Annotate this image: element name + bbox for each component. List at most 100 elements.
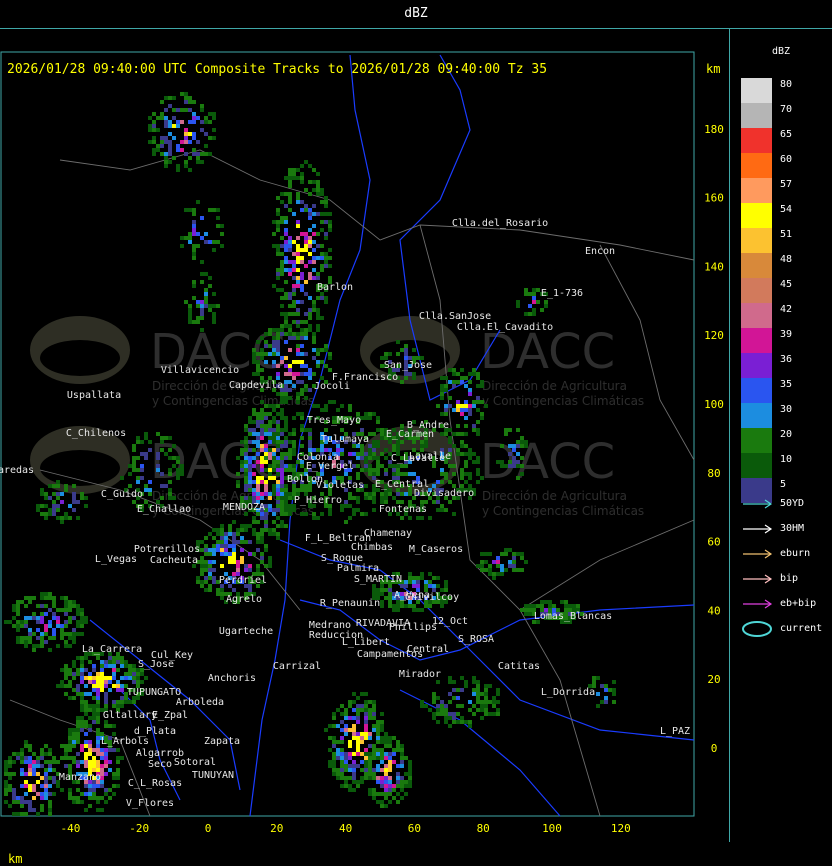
- y-tick-label: 0: [711, 742, 718, 755]
- echo-pixel: [248, 552, 252, 556]
- echo-pixel: [284, 444, 288, 448]
- echo-pixel: [352, 452, 356, 456]
- echo-pixel: [308, 440, 312, 444]
- echo-pixel: [216, 224, 220, 228]
- echo-pixel: [284, 280, 288, 284]
- echo-pixel: [104, 772, 108, 776]
- echo-pixel: [520, 444, 524, 448]
- echo-pixel: [120, 664, 124, 668]
- echo-pixel: [260, 516, 264, 520]
- echo-pixel: [40, 632, 44, 636]
- echo-pixel: [520, 556, 524, 560]
- echo-pixel: [280, 272, 284, 276]
- echo-pixel: [316, 308, 320, 312]
- echo-pixel: [288, 168, 292, 172]
- echo-pixel: [144, 432, 148, 436]
- echo-pixel: [532, 288, 536, 292]
- echo-pixel: [180, 464, 184, 468]
- echo-pixel: [244, 440, 248, 444]
- legend-value: 10: [780, 454, 793, 465]
- echo-pixel: [364, 748, 368, 752]
- echo-pixel: [284, 228, 288, 232]
- echo-pixel: [292, 360, 296, 364]
- echo-pixel: [336, 776, 340, 780]
- echo-pixel: [392, 444, 396, 448]
- echo-pixel: [308, 436, 312, 440]
- echo-pixel: [116, 760, 120, 764]
- echo-pixel: [248, 416, 252, 420]
- echo-pixel: [476, 396, 480, 400]
- echo-pixel: [348, 776, 352, 780]
- echo-pixel: [64, 752, 68, 756]
- echo-pixel: [436, 584, 440, 588]
- echo-pixel: [396, 444, 400, 448]
- echo-pixel: [212, 544, 216, 548]
- echo-pixel: [364, 496, 368, 500]
- echo-pixel: [348, 452, 352, 456]
- echo-pixel: [68, 608, 72, 612]
- echo-pixel: [272, 420, 276, 424]
- echo-pixel: [252, 360, 256, 364]
- echo-pixel: [212, 304, 216, 308]
- echo-pixel: [424, 584, 428, 588]
- echo-pixel: [392, 784, 396, 788]
- echo-pixel: [248, 588, 252, 592]
- echo-pixel: [372, 724, 376, 728]
- echo-pixel: [128, 672, 132, 676]
- echo-pixel: [52, 612, 56, 616]
- echo-pixel: [368, 744, 372, 748]
- echo-pixel: [412, 376, 416, 380]
- place-label: Catitas: [498, 661, 540, 672]
- echo-pixel: [40, 504, 44, 508]
- echo-pixel: [32, 772, 36, 776]
- radar-map[interactable]: DACC Dirección de Agricultura y Contingenc…: [0, 28, 729, 866]
- echo-pixel: [164, 160, 168, 164]
- echo-pixel: [96, 700, 100, 704]
- echo-pixel: [112, 704, 116, 708]
- echo-pixel: [16, 800, 20, 804]
- echo-pixel: [512, 448, 516, 452]
- place-label: Cacheuta: [150, 555, 198, 566]
- echo-pixel: [276, 228, 280, 232]
- echo-pixel: [364, 492, 368, 496]
- echo-pixel: [72, 664, 76, 668]
- echo-pixel: [56, 496, 60, 500]
- echo-pixel: [284, 384, 288, 388]
- echo-pixel: [380, 432, 384, 436]
- echo-pixel: [244, 488, 248, 492]
- echo-pixel: [316, 188, 320, 192]
- echo-pixel: [236, 568, 240, 572]
- echo-pixel: [256, 568, 260, 572]
- echo-pixel: [28, 748, 32, 752]
- echo-pixel: [464, 376, 468, 380]
- echo-pixel: [280, 468, 284, 472]
- echo-pixel: [184, 164, 188, 168]
- echo-pixel: [272, 344, 276, 348]
- echo-pixel: [456, 704, 460, 708]
- echo-pixel: [340, 508, 344, 512]
- map-canvas[interactable]: DACCDirección de Agriculturay Contingenc…: [0, 28, 729, 842]
- echo-pixel: [392, 752, 396, 756]
- echo-pixel: [212, 528, 216, 532]
- echo-pixel: [452, 408, 456, 412]
- echo-pixel: [260, 476, 264, 480]
- echo-pixel: [84, 720, 88, 724]
- echo-pixel: [72, 744, 76, 748]
- echo-pixel: [256, 480, 260, 484]
- echo-pixel: [76, 760, 80, 764]
- echo-pixel: [408, 580, 412, 584]
- echo-pixel: [304, 384, 308, 388]
- echo-pixel: [368, 776, 372, 780]
- echo-pixel: [256, 452, 260, 456]
- echo-pixel: [300, 256, 304, 260]
- echo-pixel: [184, 132, 188, 136]
- echo-pixel: [304, 312, 308, 316]
- echo-pixel: [496, 460, 500, 464]
- legend-swatch-54: [741, 203, 772, 228]
- echo-pixel: [272, 364, 276, 368]
- echo-pixel: [24, 636, 28, 640]
- echo-pixel: [320, 252, 324, 256]
- echo-pixel: [328, 220, 332, 224]
- echo-pixel: [372, 500, 376, 504]
- echo-pixel: [200, 280, 204, 284]
